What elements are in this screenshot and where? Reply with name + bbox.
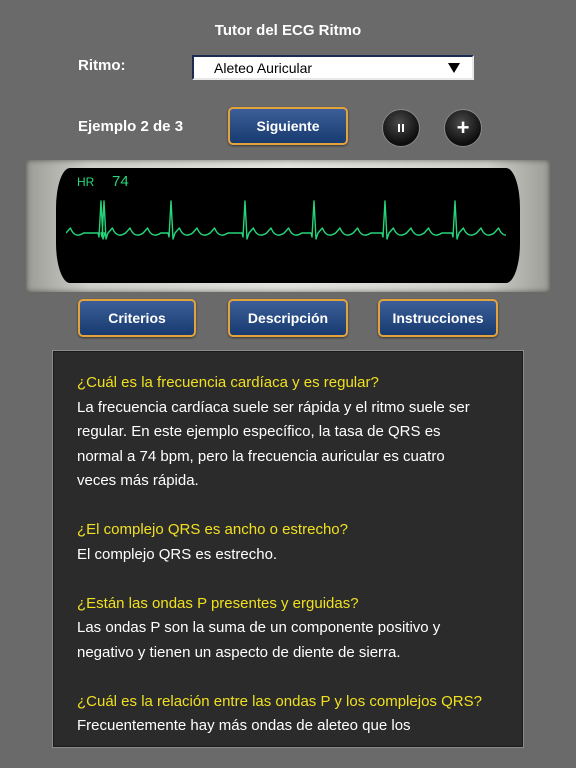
app-title: Tutor del ECG Ritmo [214, 22, 362, 39]
criteria-panel[interactable]: ¿Cuál es la frecuencia cardíaca y es reg… [52, 350, 524, 748]
tab-criteria-label: Criterios [108, 310, 166, 326]
question-qrs-width: ¿El complejo QRS es ancho o estrecho? [77, 521, 348, 538]
heart-rate-label: HR [77, 175, 95, 189]
rhythm-label: Ritmo: [78, 57, 126, 74]
next-button-label: Siguiente [256, 118, 320, 134]
answer-heart-rate-2: regular. En este ejemplo específico, la … [77, 423, 441, 440]
dropdown-arrow-icon[interactable] [448, 62, 460, 73]
question-p-waves: ¿Están las ondas P presentes y erguidas? [77, 594, 359, 612]
answer-p-waves-1: Las ondas P son la suma de un componente… [77, 619, 441, 636]
answer-qrs-width-1: El complejo QRS es estrecho. [77, 545, 278, 563]
rhythm-select-value: Aleteo Auricular [214, 59, 313, 76]
answer-p-qrs-relation-1: Frecuentemente hay más ondas de aleteo q… [77, 717, 411, 734]
tab-instructions-label: Instrucciones [392, 310, 484, 326]
ecg-waveform [66, 200, 506, 240]
tab-criteria[interactable]: Criterios [78, 299, 196, 337]
tab-instructions[interactable]: Instrucciones [378, 299, 498, 337]
example-counter: Ejemplo 2 de 3 [78, 118, 184, 135]
tab-description[interactable]: Descripción [228, 299, 348, 337]
answer-heart-rate-3: normal a 74 bpm, pero la frecuencia auri… [77, 447, 445, 465]
plus-icon: + [456, 115, 470, 140]
pause-icon [398, 124, 404, 132]
pause-button[interactable] [382, 109, 420, 147]
ecg-trace [66, 200, 506, 240]
next-button[interactable]: Siguiente [228, 107, 348, 145]
question-p-qrs-relation: ¿Cuál es la relación entre las ondas P y… [77, 692, 482, 710]
rhythm-select[interactable]: Aleteo Auricular [192, 55, 474, 80]
answer-p-waves-2: negativo y tienen un aspecto de diente d… [77, 643, 401, 661]
tab-description-label: Descripción [247, 310, 329, 326]
answer-heart-rate-1: La frecuencia cardíaca suele ser rápida … [77, 398, 470, 416]
answer-heart-rate-4: veces más rápida. [77, 472, 199, 489]
heart-rate-value: 74 [112, 173, 129, 190]
add-button[interactable]: + [444, 109, 482, 147]
question-heart-rate: ¿Cuál es la frecuencia cardíaca y es reg… [77, 374, 379, 391]
